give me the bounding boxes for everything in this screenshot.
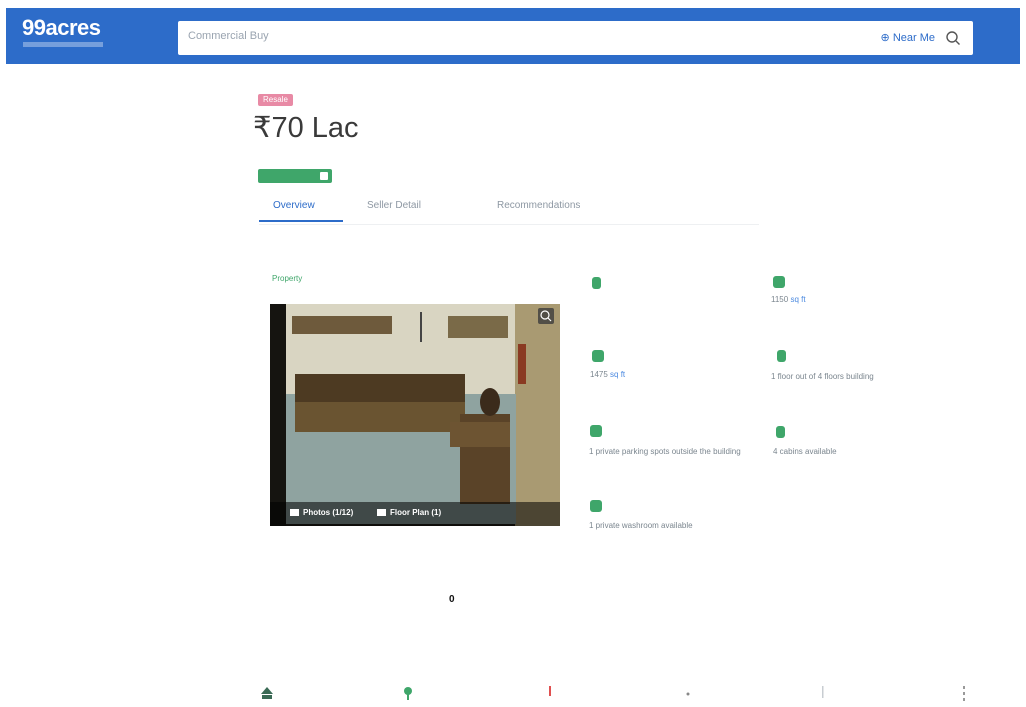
car-icon xyxy=(590,425,602,437)
check-icon xyxy=(320,172,328,180)
search-icon[interactable] xyxy=(945,30,961,46)
detail-1-unit[interactable]: sq ft xyxy=(790,295,805,304)
site-logo[interactable]: 99acres xyxy=(22,15,101,41)
location-icon: ⊕ xyxy=(880,32,893,44)
amenity-icon-5 xyxy=(822,686,824,698)
tab-seller-detail[interactable]: Seller Detail xyxy=(367,200,421,211)
area-icon-2 xyxy=(592,350,604,362)
photo-bar: Photos (1/12) Floor Plan (1) xyxy=(270,502,560,526)
logo-tagline xyxy=(23,42,103,47)
stat-value-1: 0 xyxy=(449,594,455,605)
tab-overview[interactable]: Overview xyxy=(273,200,315,211)
property-price: ₹70 Lac xyxy=(253,112,359,144)
search-input[interactable]: Commercial Buy ⊕ Near Me xyxy=(178,21,973,55)
building-icon xyxy=(777,350,786,362)
amenity-icon-2 xyxy=(404,687,412,700)
detail-1-value: 1150 xyxy=(771,295,789,304)
more-icon[interactable] xyxy=(960,686,968,702)
near-me-label: Near Me xyxy=(892,32,935,44)
zoom-icon[interactable] xyxy=(538,308,554,324)
property-photo[interactable]: Photos (1/12) Floor Plan (1) xyxy=(270,304,560,526)
room-image xyxy=(270,304,560,526)
search-placeholder: Commercial Buy xyxy=(188,30,269,42)
amenity-icon-1 xyxy=(261,687,273,699)
floor-plan-icon xyxy=(377,509,386,517)
detail-2-value: 1475 xyxy=(590,370,608,379)
detail-1: 1150 sq ft xyxy=(771,294,921,305)
status-badge: Resale xyxy=(258,94,293,106)
detail-2: 1475 sq ft xyxy=(590,369,740,380)
location-pin-icon xyxy=(592,277,601,289)
floor-plan-label: Floor Plan (1) xyxy=(390,508,442,517)
near-me-button[interactable]: ⊕ Near Me xyxy=(881,31,935,44)
detail-6: 1 private washroom available xyxy=(589,521,693,530)
detail-2-unit[interactable]: sq ft xyxy=(610,370,625,379)
detail-4: 1 private parking spots outside the buil… xyxy=(589,447,741,456)
cabin-icon xyxy=(776,426,785,438)
active-tab-indicator xyxy=(259,220,343,222)
floor-plan-button[interactable]: Floor Plan (1) xyxy=(377,508,441,517)
photos-button[interactable]: Photos (1/12) xyxy=(290,508,353,517)
amenity-icon-4 xyxy=(686,692,690,696)
area-icon xyxy=(773,276,785,288)
top-header: 99acres Commercial Buy ⊕ Near Me xyxy=(6,8,1020,64)
amenity-icon-3 xyxy=(549,686,551,696)
detail-3: 1 floor out of 4 floors building xyxy=(771,372,874,381)
detail-5: 4 cabins available xyxy=(773,447,837,456)
property-label: Property xyxy=(272,274,303,283)
washroom-icon xyxy=(590,500,602,512)
photos-label: Photos (1/12) xyxy=(303,508,354,517)
tabs-divider xyxy=(259,224,759,225)
image-icon xyxy=(290,509,299,517)
verified-badge xyxy=(258,169,332,183)
tab-recommendations[interactable]: Recommendations xyxy=(497,200,580,211)
